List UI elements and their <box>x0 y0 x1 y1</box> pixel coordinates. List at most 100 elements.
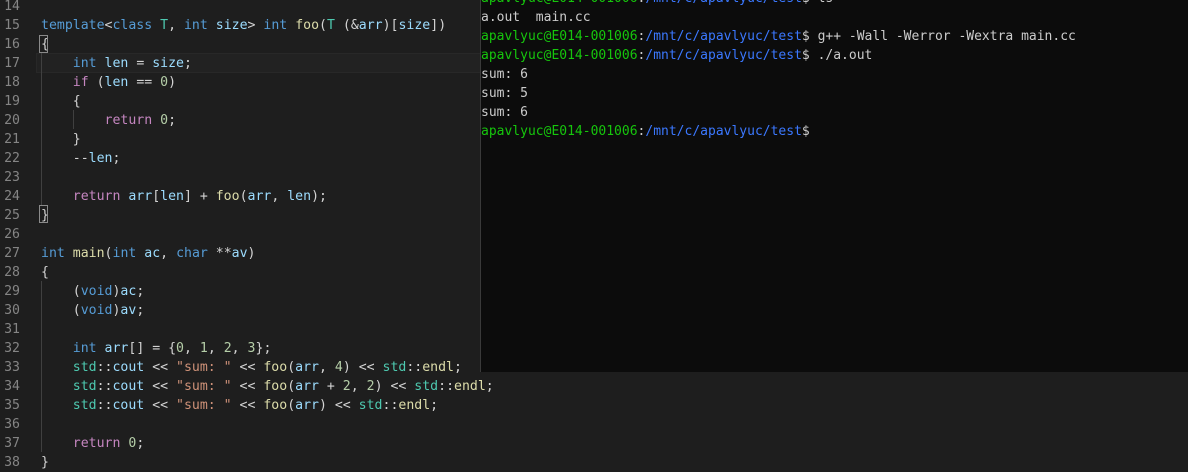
line-number: 15 <box>4 18 20 33</box>
code-line[interactable]: 15 template<class T, int size> int foo(T … <box>0 16 480 35</box>
code-line[interactable]: 38} <box>0 453 480 472</box>
terminal-window[interactable]: apavlyuc@E014-001006:/mnt/c/apavlyuc/tes… <box>480 0 1188 372</box>
code-text[interactable]: std::cout << "sum: " << foo(arr) << std:… <box>41 396 438 415</box>
code-token: ); <box>311 189 327 204</box>
code-line[interactable]: 36 <box>0 415 480 434</box>
line-number: 32 <box>4 341 20 356</box>
code-token: len <box>104 75 129 90</box>
prompt-path: /mnt/c/apavlyuc/test <box>645 48 802 63</box>
code-line[interactable]: 14 <box>0 0 480 16</box>
code-line[interactable]: 37 return 0; <box>0 434 480 453</box>
terminal-line: a.out main.cc <box>481 8 591 27</box>
code-token: foo <box>263 398 288 413</box>
bracket-match-open <box>39 35 48 53</box>
code-token: ( <box>287 398 296 413</box>
code-text[interactable]: template<class T, int size> int foo(T (&… <box>41 16 446 35</box>
code-text[interactable]: if (len == 0) <box>41 73 176 92</box>
code-text[interactable]: (void)av; <box>41 301 145 320</box>
code-line[interactable]: 16{ <box>0 35 480 54</box>
code-token: cout <box>112 398 145 413</box>
code-token: std <box>72 398 97 413</box>
code-token: size <box>215 18 248 33</box>
code-line[interactable]: 25} <box>0 206 480 225</box>
code-token: cout <box>112 379 145 394</box>
code-line[interactable]: 31 <box>0 320 480 339</box>
code-token: ( <box>88 75 105 90</box>
line-number: 34 <box>4 379 20 394</box>
code-text[interactable]: --len; <box>41 149 121 168</box>
code-text[interactable]: return 0; <box>41 111 177 130</box>
line-number: 22 <box>4 151 20 166</box>
code-line[interactable]: 18 if (len == 0) <box>0 73 480 92</box>
code-token: << <box>231 379 264 394</box>
code-text[interactable]: int len = size; <box>41 54 192 73</box>
terminal-line: apavlyuc@E014-001006:/mnt/c/apavlyuc/tes… <box>481 122 810 141</box>
code-line[interactable]: 19 { <box>0 92 480 111</box>
code-line[interactable]: 26 <box>0 225 480 244</box>
code-line[interactable]: 32 int arr[] = {0, 1, 2, 3}; <box>0 339 480 358</box>
code-line[interactable]: 22 --len; <box>0 149 480 168</box>
code-token: foo <box>215 189 240 204</box>
code-text[interactable]: return 0; <box>41 434 145 453</box>
code-token: void <box>80 303 113 318</box>
code-token: int <box>72 341 97 356</box>
code-token: 2 <box>342 379 351 394</box>
bracket-match-close <box>39 205 48 223</box>
code-text[interactable]: std::cout << "sum: " << foo(arr + 2, 2) … <box>41 377 494 396</box>
code-token: + <box>318 379 343 394</box>
code-token: [ <box>152 189 161 204</box>
code-line[interactable]: 29 (void)ac; <box>0 282 480 301</box>
line-number: 24 <box>4 189 20 204</box>
code-token: ) <box>247 246 256 261</box>
line-number: 19 <box>4 94 20 109</box>
code-token: len <box>287 189 312 204</box>
code-line[interactable]: 33 std::cout << "sum: " << foo(arr, 4) <… <box>0 358 480 377</box>
code-line[interactable]: 27 int main(int ac, char **av) <box>0 244 480 263</box>
line-number: 26 <box>4 227 20 242</box>
code-token: 3 <box>247 341 256 356</box>
code-line[interactable]: 35 std::cout << "sum: " << foo(arr) << s… <box>0 396 480 415</box>
code-token: 1 <box>199 341 208 356</box>
code-text[interactable]: (void)ac; <box>41 282 145 301</box>
code-token: ( <box>239 189 248 204</box>
code-token: foo <box>263 379 288 394</box>
code-text[interactable]: { <box>41 92 81 111</box>
code-line[interactable]: 21 } <box>0 130 480 149</box>
code-text[interactable]: } <box>41 453 49 472</box>
code-token: } <box>41 455 49 470</box>
code-token: 2 <box>366 379 375 394</box>
code-text[interactable]: std::cout << "sum: " << foo(arr, 4) << s… <box>41 358 462 377</box>
code-token: len <box>160 189 184 204</box>
code-line[interactable]: 30 (void)av; <box>0 301 480 320</box>
code-line[interactable]: 20 return 0; <box>0 111 480 130</box>
code-token: return <box>72 189 121 204</box>
code-token: std <box>72 360 97 375</box>
code-token: ( <box>287 379 296 394</box>
code-line[interactable]: 28 { <box>0 263 480 282</box>
prompt-path: /mnt/c/apavlyuc/test <box>645 124 802 139</box>
prompt-user: apavlyuc@E014-001006 <box>481 29 638 44</box>
prompt-user: apavlyuc@E014-001006 <box>481 48 638 63</box>
code-line[interactable]: 23 <box>0 168 480 187</box>
code-token: cout <box>112 360 145 375</box>
code-token: foo <box>263 360 288 375</box>
indent-guide <box>41 53 42 205</box>
code-text[interactable]: int main(int ac, char **av) <box>41 244 256 263</box>
code-line[interactable]: 34 std::cout << "sum: " << foo(arr + 2, … <box>0 377 494 396</box>
code-token: T <box>160 18 169 33</box>
code-line[interactable]: 24 return arr[len] + foo(arr, len); <box>0 187 480 206</box>
code-token: len <box>104 56 129 71</box>
code-token: == <box>128 75 161 90</box>
code-token: { <box>41 265 49 280</box>
code-line[interactable]: 17 int len = size; <box>0 54 480 73</box>
code-token: ) << <box>318 398 359 413</box>
code-text[interactable]: } <box>41 130 81 149</box>
code-token: "sum: " <box>176 360 232 375</box>
code-text[interactable]: int arr[] = {0, 1, 2, 3}; <box>41 339 272 358</box>
line-number: 38 <box>4 455 20 470</box>
code-text[interactable]: return arr[len] + foo(arr, len); <box>41 187 327 206</box>
code-text[interactable]: { <box>41 263 49 282</box>
